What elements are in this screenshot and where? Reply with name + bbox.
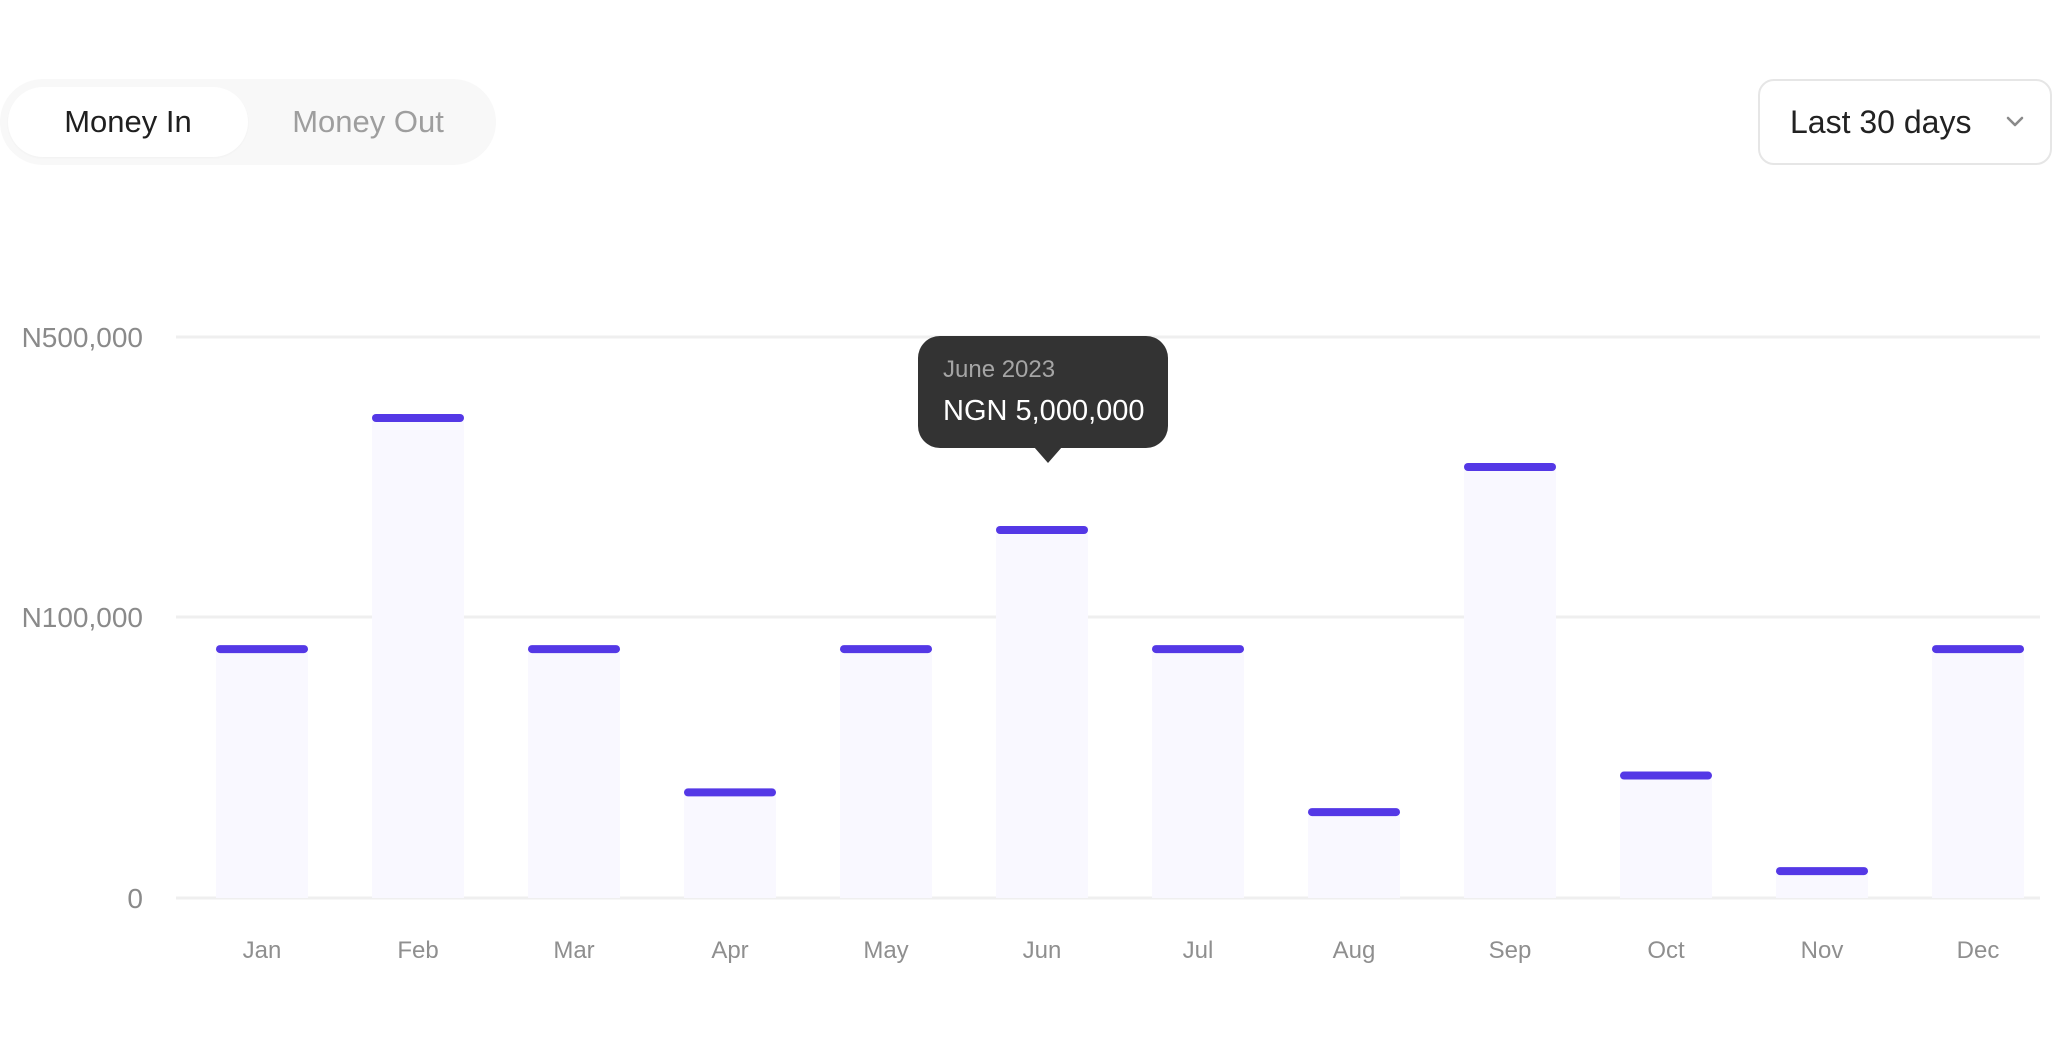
- bar-cap: [1620, 771, 1712, 780]
- x-tick-label: May: [863, 937, 908, 964]
- bar-body: [684, 788, 776, 898]
- bar-cap: [996, 526, 1088, 534]
- bar-aug[interactable]: [1308, 808, 1400, 898]
- bar-apr[interactable]: [684, 788, 776, 898]
- bar-body: [372, 414, 464, 898]
- bar-cap: [684, 788, 776, 797]
- x-tick-label: Feb: [397, 937, 438, 964]
- tooltip-value: NGN 5,000,000: [943, 395, 1145, 427]
- bar-cap: [1776, 867, 1868, 876]
- bar-cap: [1464, 463, 1556, 471]
- bar-sep[interactable]: [1464, 463, 1556, 898]
- bar-mar[interactable]: [528, 645, 620, 898]
- bar-cap: [1932, 645, 2024, 654]
- bar-dec[interactable]: [1932, 645, 2024, 898]
- bar-nov[interactable]: [1776, 867, 1868, 898]
- x-tick-label: Jan: [243, 937, 282, 964]
- bar-body: [1464, 463, 1556, 898]
- bar-cap: [840, 645, 932, 654]
- bar-cap: [528, 645, 620, 654]
- money-in-bar-chart: N500,000 N100,000 0 Jan Feb Mar Apr May Jun Jul A…: [22, 322, 2040, 964]
- x-tick-label: Sep: [1489, 937, 1532, 964]
- x-tick-label: Mar: [553, 937, 594, 964]
- bar-jun[interactable]: [996, 526, 1088, 898]
- y-tick-label: 0: [127, 883, 143, 914]
- tooltip-date: June 2023: [943, 356, 1056, 383]
- bar-jul[interactable]: [1152, 645, 1244, 898]
- bar-feb[interactable]: [372, 414, 464, 898]
- bar-body: [216, 645, 308, 898]
- x-tick-label: Aug: [1333, 937, 1376, 964]
- bar-oct[interactable]: [1620, 771, 1712, 898]
- bar-may[interactable]: [840, 645, 932, 898]
- y-tick-label: N500,000: [22, 322, 143, 353]
- bar-cap: [372, 414, 464, 422]
- bar-body: [1932, 645, 2024, 898]
- bar-body: [1308, 808, 1400, 898]
- bar-jan[interactable]: [216, 645, 308, 898]
- chart-tooltip: June 2023 NGN 5,000,000: [918, 336, 1168, 463]
- x-tick-label: Oct: [1647, 937, 1685, 964]
- bar-cap: [216, 645, 308, 654]
- y-tick-label: N100,000: [22, 602, 143, 633]
- x-tick-label: Jun: [1023, 937, 1062, 964]
- bar-cap: [1308, 808, 1400, 817]
- bar-cap: [1152, 645, 1244, 654]
- bar-body: [528, 645, 620, 898]
- bar-body: [1620, 771, 1712, 898]
- x-tick-label: Nov: [1801, 937, 1844, 964]
- x-tick-label: Jul: [1183, 937, 1214, 964]
- x-tick-label: Apr: [711, 937, 748, 964]
- x-tick-label: Dec: [1957, 937, 2000, 964]
- bar-body: [840, 645, 932, 898]
- bar-body: [996, 526, 1088, 898]
- bar-body: [1152, 645, 1244, 898]
